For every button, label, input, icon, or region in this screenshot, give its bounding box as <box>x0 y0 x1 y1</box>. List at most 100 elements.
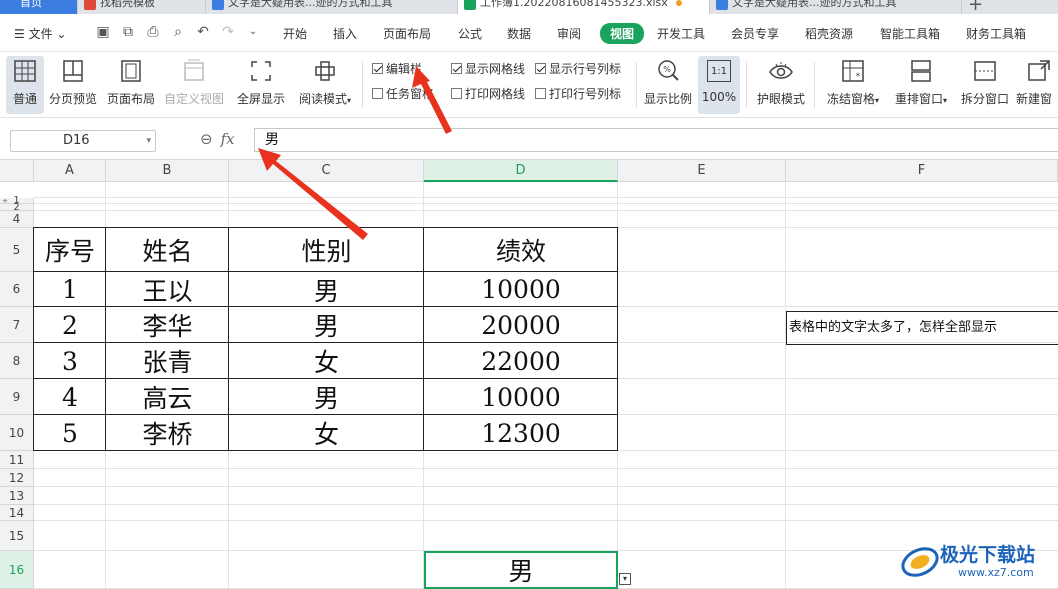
row-header-6[interactable]: 6 <box>0 272 34 307</box>
new-window-button[interactable]: 新建窗 <box>1016 56 1058 114</box>
column-header-c[interactable]: C <box>229 160 424 182</box>
document-tab-3[interactable]: 工作簿1.20220816081455323.xlsx <box>458 0 710 14</box>
document-tab-4[interactable]: 文字是大疑用表...迹的方式和工具 <box>710 0 962 14</box>
row-header-13[interactable]: 13 <box>0 487 34 505</box>
menu-tab-5[interactable]: 审阅 <box>557 25 581 42</box>
table-header-cell[interactable]: 姓名 <box>106 228 229 272</box>
table-cell[interactable]: 高云 <box>106 379 229 415</box>
table-cell[interactable]: 2 <box>34 307 106 343</box>
menu-tab-11[interactable]: 财务工具箱 <box>966 25 1026 42</box>
save-icon[interactable]: ▣ <box>95 24 111 40</box>
table-cell[interactable]: 22000 <box>424 343 618 379</box>
menu-tab-6[interactable]: 视图 <box>600 23 645 44</box>
formula-input[interactable]: 男 <box>254 128 1058 152</box>
zoom-100-label: 100% <box>701 90 737 104</box>
table-cell[interactable]: 3 <box>34 343 106 379</box>
undo-icon[interactable]: ↶ <box>195 24 211 40</box>
column-header-b[interactable]: B <box>106 160 229 182</box>
document-tab-1[interactable]: 找稻壳模板 <box>78 0 206 14</box>
row-header-4[interactable]: 4 <box>0 211 34 228</box>
show-row-col-headers-checkbox[interactable]: 显示行号列标 <box>535 60 621 77</box>
print-preview-icon[interactable]: ⌕ <box>170 24 186 40</box>
table-cell[interactable]: 男 <box>229 307 424 343</box>
column-header-a[interactable]: A <box>34 160 106 182</box>
full-screen-button[interactable]: 全屏显示 <box>234 56 288 114</box>
row-header-2[interactable]: 2 <box>0 202 34 213</box>
row-header-10[interactable]: 10 <box>0 415 34 451</box>
menu-tab-2[interactable]: 页面布局 <box>383 25 431 42</box>
column-header-f[interactable]: F <box>786 160 1058 182</box>
page-break-preview-button[interactable]: 分页预览 <box>46 56 100 114</box>
table-cell[interactable]: 20000 <box>424 307 618 343</box>
note-cell-f7[interactable]: 表格中的文字太多了，怎样全部显示 <box>786 311 1058 345</box>
print-gridlines-checkbox[interactable]: 打印网格线 <box>451 85 525 102</box>
table-cell[interactable]: 李华 <box>106 307 229 343</box>
zoom-ratio-button[interactable]: % 显示比例 <box>642 56 694 114</box>
customize-toolbar-icon[interactable]: ⌄ <box>245 24 261 40</box>
eye-protection-button[interactable]: 护眼模式 <box>754 56 808 114</box>
table-cell[interactable]: 5 <box>34 415 106 451</box>
row-header-9[interactable]: 9 <box>0 379 34 415</box>
menu-tab-1[interactable]: 插入 <box>333 25 357 42</box>
rearrange-windows-button[interactable]: 重排窗口▾ <box>890 56 952 114</box>
file-menu-button[interactable]: ☰ 文件 ⌄ <box>14 25 66 42</box>
table-cell[interactable]: 10000 <box>424 379 618 415</box>
row-header-14[interactable]: 14 <box>0 505 34 521</box>
table-cell[interactable]: 李桥 <box>106 415 229 451</box>
column-header-e[interactable]: E <box>618 160 786 182</box>
show-gridlines-checkbox[interactable]: 显示网格线 <box>451 60 525 77</box>
menu-tab-7[interactable]: 开发工具 <box>657 25 705 42</box>
table-cell[interactable]: 10000 <box>424 272 618 307</box>
normal-view-button[interactable]: 普通 <box>6 56 44 114</box>
document-tab-0[interactable]: 首页 <box>0 0 78 14</box>
table-cell[interactable]: 12300 <box>424 415 618 451</box>
table-cell[interactable]: 男 <box>229 379 424 415</box>
zoom-formula-icon[interactable]: ⊖ <box>200 130 213 148</box>
table-header-cell[interactable]: 性别 <box>229 228 424 272</box>
hidden-rows-toggle-icon[interactable]: ÷ <box>0 197 10 205</box>
row-header-5[interactable]: 5 <box>0 228 34 272</box>
document-tab-2[interactable]: 文字是大疑用表...迹的方式和工具 <box>206 0 458 14</box>
freeze-panes-button[interactable]: * 冻结窗格▾ <box>822 56 884 114</box>
task-pane-checkbox[interactable]: 任务窗格 <box>372 85 434 102</box>
split-window-button[interactable]: 拆分窗口 <box>958 56 1012 114</box>
custom-view-button[interactable]: 自定义视图 <box>162 56 226 114</box>
row-header-12[interactable]: 12 <box>0 469 34 487</box>
table-header-cell[interactable]: 绩效 <box>424 228 618 272</box>
name-box[interactable]: D16 ▾ <box>10 130 156 152</box>
row-header-15[interactable]: 15 <box>0 521 34 551</box>
table-cell[interactable]: 女 <box>229 415 424 451</box>
table-cell[interactable]: 男 <box>229 272 424 307</box>
table-cell[interactable]: 4 <box>34 379 106 415</box>
menu-tab-8[interactable]: 会员专享 <box>731 25 779 42</box>
reading-mode-button[interactable]: 阅读模式▾ <box>294 56 356 114</box>
menu-tab-4[interactable]: 数据 <box>507 25 531 42</box>
menu-tab-9[interactable]: 稻壳资源 <box>805 25 853 42</box>
active-cell-d16[interactable]: 男 <box>424 551 618 589</box>
row-header-8[interactable]: 8 <box>0 343 34 379</box>
column-header-d[interactable]: D <box>424 160 618 182</box>
row-header-7[interactable]: 7 <box>0 307 34 343</box>
edit-bar-checkbox[interactable]: 编辑栏 <box>372 60 422 77</box>
redo-icon[interactable]: ↷ <box>220 24 236 40</box>
table-cell[interactable]: 张青 <box>106 343 229 379</box>
table-cell[interactable]: 1 <box>34 272 106 307</box>
print-icon[interactable]: ⎙ <box>145 24 161 40</box>
document-file-icon <box>464 0 476 10</box>
autofill-options-icon[interactable]: ▾ <box>619 573 631 585</box>
new-tab-button[interactable]: + <box>968 0 983 14</box>
zoom-100-button[interactable]: 1:1 100% <box>698 56 740 114</box>
menu-tab-10[interactable]: 智能工具箱 <box>880 25 940 42</box>
menu-tab-3[interactable]: 公式 <box>458 25 482 42</box>
row-header-11[interactable]: 11 <box>0 451 34 469</box>
table-header-cell[interactable]: 序号 <box>34 228 106 272</box>
page-layout-view-button[interactable]: 页面布局 <box>104 56 158 114</box>
table-cell[interactable]: 女 <box>229 343 424 379</box>
table-cell[interactable]: 王以 <box>106 272 229 307</box>
select-all-corner[interactable] <box>0 160 34 182</box>
print-row-col-headers-checkbox[interactable]: 打印行号列标 <box>535 85 621 102</box>
row-header-16[interactable]: 16 <box>0 551 34 589</box>
fx-icon[interactable]: fx <box>221 130 235 148</box>
export-icon[interactable]: ⧉ <box>120 24 136 40</box>
menu-tab-0[interactable]: 开始 <box>283 25 307 42</box>
